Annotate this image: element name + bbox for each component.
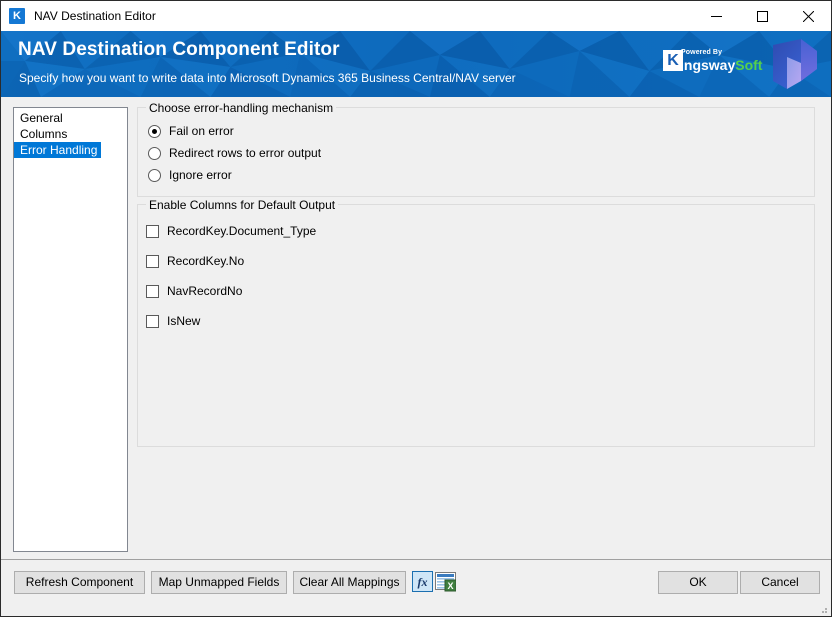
minimize-button[interactable] bbox=[693, 1, 739, 31]
dynamics-365-logo bbox=[773, 39, 817, 89]
checkbox-recordkey-document-type[interactable]: RecordKey.Document_Type bbox=[146, 222, 316, 240]
checkbox-navrecordno[interactable]: NavRecordNo bbox=[146, 282, 242, 300]
radio-ignore-error-indicator[interactable] bbox=[148, 168, 161, 182]
header-banner: NAV Destination Component Editor Specify… bbox=[1, 31, 831, 97]
powered-by-label: Powered By bbox=[681, 49, 723, 56]
default-output-groupbox: Enable Columns for Default Output Record… bbox=[137, 198, 815, 447]
radio-fail-on-error-label: Fail on error bbox=[169, 124, 234, 138]
sidebar-item-general-label: General bbox=[20, 111, 63, 125]
sidebar-item-error-handling[interactable]: Error Handling bbox=[14, 142, 127, 158]
dialog-footer: Refresh Component Map Unmapped Fields Cl… bbox=[1, 559, 831, 616]
svg-text:X: X bbox=[447, 581, 453, 591]
spreadsheet-grid-icon: X bbox=[435, 572, 457, 592]
checkbox-recordkey-no[interactable]: RecordKey.No bbox=[146, 252, 244, 270]
radio-fail-on-error[interactable]: Fail on error bbox=[148, 122, 234, 140]
checkbox-navrecordno-label: NavRecordNo bbox=[167, 284, 243, 298]
title-bar: K NAV Destination Editor bbox=[1, 1, 831, 31]
nav-destination-editor-window: K NAV Destination Editor NAV Destination… bbox=[0, 0, 832, 617]
sidebar-item-columns-label: Columns bbox=[20, 127, 68, 141]
sidebar-item-error-handling-label: Error Handling bbox=[14, 142, 102, 158]
expression-fx-button[interactable]: fx bbox=[412, 571, 433, 592]
checkbox-isnew[interactable]: IsNew bbox=[146, 312, 200, 330]
banner-subtitle: Specify how you want to write data into … bbox=[19, 71, 516, 85]
radio-ignore-error[interactable]: Ignore error bbox=[148, 166, 232, 184]
sidebar-item-general[interactable]: General bbox=[14, 110, 127, 126]
refresh-component-button[interactable]: Refresh Component bbox=[14, 571, 145, 594]
map-unmapped-fields-button[interactable]: Map Unmapped Fields bbox=[151, 571, 287, 594]
page-navigation-list[interactable]: General Columns Error Handling bbox=[13, 107, 128, 552]
checkbox-recordkey-document-type-label: RecordKey.Document_Type bbox=[167, 224, 317, 238]
close-icon bbox=[802, 10, 814, 22]
radio-redirect-rows[interactable]: Redirect rows to error output bbox=[148, 144, 321, 162]
radio-ignore-error-label: Ignore error bbox=[169, 168, 232, 182]
checkbox-navrecordno-box[interactable] bbox=[146, 284, 159, 298]
checkbox-isnew-label: IsNew bbox=[167, 314, 201, 328]
checkbox-recordkey-no-label: RecordKey.No bbox=[167, 254, 245, 268]
resize-grip-icon[interactable] bbox=[816, 602, 828, 614]
expression-fx-icon: fx bbox=[412, 571, 433, 592]
brand-name-secondary: Soft bbox=[735, 57, 763, 73]
radio-redirect-rows-label: Redirect rows to error output bbox=[169, 146, 322, 160]
svg-text:fx: fx bbox=[418, 575, 428, 589]
spreadsheet-grid-button[interactable]: X bbox=[435, 571, 457, 592]
checkbox-recordkey-no-box[interactable] bbox=[146, 254, 159, 268]
window-title: NAV Destination Editor bbox=[34, 9, 156, 23]
banner-title: NAV Destination Component Editor bbox=[18, 39, 340, 60]
checkbox-isnew-box[interactable] bbox=[146, 314, 159, 328]
radio-fail-on-error-indicator[interactable] bbox=[148, 124, 161, 138]
kingswaysoft-wordmark: ingswaySoft bbox=[680, 57, 762, 73]
editor-content: General Columns Error Handling Choose er… bbox=[1, 97, 831, 559]
clear-all-mappings-button[interactable]: Clear All Mappings bbox=[293, 571, 406, 594]
error-handling-legend: Choose error-handling mechanism bbox=[146, 101, 337, 115]
ok-button[interactable]: OK bbox=[658, 571, 738, 594]
maximize-button[interactable] bbox=[739, 1, 785, 31]
kingswaysoft-k-icon: K bbox=[9, 8, 25, 24]
cancel-button[interactable]: Cancel bbox=[740, 571, 820, 594]
checkbox-recordkey-document-type-box[interactable] bbox=[146, 224, 159, 238]
close-button[interactable] bbox=[785, 1, 831, 31]
minimize-icon bbox=[710, 15, 722, 17]
default-output-legend: Enable Columns for Default Output bbox=[146, 198, 339, 212]
kingswaysoft-logo: K Powered By ingswaySoft bbox=[663, 47, 762, 77]
brand-name-primary: ingsway bbox=[680, 57, 736, 73]
sidebar-item-columns[interactable]: Columns bbox=[14, 126, 127, 142]
radio-redirect-rows-indicator[interactable] bbox=[148, 146, 161, 160]
maximize-icon bbox=[756, 10, 768, 22]
error-handling-groupbox: Choose error-handling mechanism Fail on … bbox=[137, 101, 815, 197]
